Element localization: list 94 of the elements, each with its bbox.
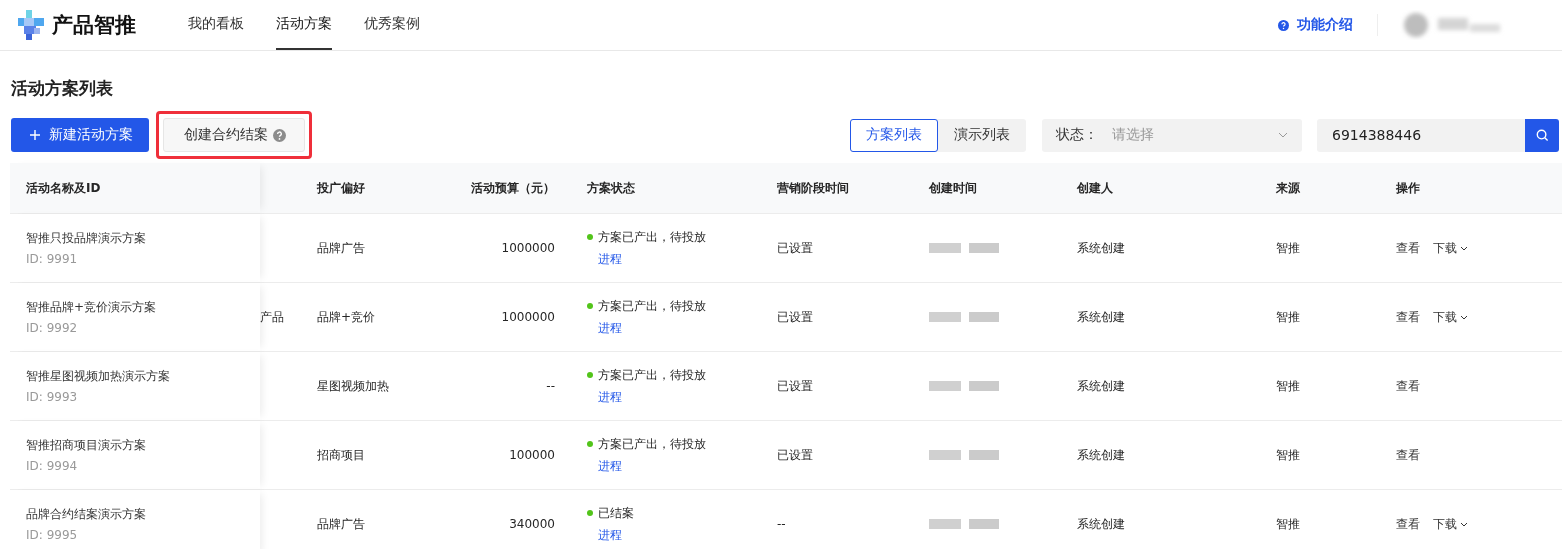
status-dot xyxy=(587,234,593,240)
table-cell: 品牌广告 xyxy=(317,239,365,257)
caret-icon xyxy=(1460,521,1468,527)
help-icon xyxy=(273,128,286,142)
table-cell: 产品 xyxy=(260,308,284,326)
table-cell: 系统创建 xyxy=(1077,308,1125,326)
nav-tab[interactable]: 优秀案例 xyxy=(364,0,420,50)
status-dot xyxy=(587,510,593,516)
table-cell: 已设置 xyxy=(777,308,813,326)
table-cell: 1000000 xyxy=(501,310,555,324)
status-select[interactable]: 状态： 请选择 xyxy=(1042,118,1302,152)
status-text: 已结案 xyxy=(598,504,634,522)
column-header: 创建时间 xyxy=(929,179,977,197)
table-cell: 品牌+竞价 xyxy=(317,308,376,326)
status-dot xyxy=(587,372,593,378)
page-title: 活动方案列表 xyxy=(11,77,114,100)
table-cell: 智推 xyxy=(1276,515,1300,533)
table-cell: 系统创建 xyxy=(1077,377,1125,395)
table-cell: 智推 xyxy=(1276,377,1300,395)
blurred-time xyxy=(929,311,999,323)
table-cell: 已设置 xyxy=(777,377,813,395)
help-link[interactable]: 功能介绍 xyxy=(1278,16,1353,34)
blurred-time xyxy=(929,242,999,254)
search-icon xyxy=(1535,128,1549,142)
view-link[interactable]: 查看 xyxy=(1396,446,1420,464)
progress-link[interactable]: 进程 xyxy=(598,457,706,475)
status-text: 方案已产出，待投放 xyxy=(598,366,706,384)
download-dropdown[interactable]: 下载 xyxy=(1433,308,1468,326)
progress-link[interactable]: 进程 xyxy=(598,319,706,337)
status-text: 方案已产出，待投放 xyxy=(598,228,706,246)
nav-tab[interactable]: 我的看板 xyxy=(188,0,244,50)
table-cell: 340000 xyxy=(509,517,555,531)
download-dropdown[interactable]: 下载 xyxy=(1433,239,1468,257)
column-header: 方案状态 xyxy=(587,179,635,197)
status-text: 方案已产出，待投放 xyxy=(598,297,706,315)
table-cell: -- xyxy=(546,379,555,393)
blurred-time xyxy=(929,380,999,392)
plan-id: ID: 9994 xyxy=(26,459,79,473)
caret-icon xyxy=(1460,314,1468,320)
table-cell: 品牌广告 xyxy=(317,515,365,533)
caret-icon xyxy=(1460,245,1468,251)
create-contract-button[interactable]: 创建合约结案 xyxy=(163,118,305,152)
view-tab[interactable]: 演示列表 xyxy=(938,118,1026,152)
table-cell: 招商项目 xyxy=(317,446,365,464)
plan-name: 智推只投品牌演示方案 xyxy=(26,230,146,247)
table-cell: 已设置 xyxy=(777,446,813,464)
table-cell: 系统创建 xyxy=(1077,515,1125,533)
chevron-down-icon xyxy=(1278,132,1288,138)
plan-name: 智推招商项目演示方案 xyxy=(26,437,146,454)
table-cell: 100000 xyxy=(509,448,555,462)
progress-link[interactable]: 进程 xyxy=(598,250,706,268)
plan-id: ID: 9995 xyxy=(26,528,79,542)
view-link[interactable]: 查看 xyxy=(1396,515,1420,533)
table-cell: -- xyxy=(777,517,786,531)
column-header: 操作 xyxy=(1396,179,1420,197)
table-cell: 智推 xyxy=(1276,308,1300,326)
table-cell: 智推 xyxy=(1276,446,1300,464)
plan-id: ID: 9992 xyxy=(26,321,79,335)
nav-tab[interactable]: 活动方案 xyxy=(276,0,332,50)
table-cell: 1000000 xyxy=(501,241,555,255)
plus-icon xyxy=(29,129,41,141)
table-cell: 星图视频加热 xyxy=(317,377,389,395)
view-link[interactable]: 查看 xyxy=(1396,308,1420,326)
view-tab[interactable]: 方案列表 xyxy=(850,118,938,152)
download-dropdown[interactable]: 下载 xyxy=(1433,515,1468,533)
column-header: 活动预算（元） xyxy=(471,179,555,197)
view-link[interactable]: 查看 xyxy=(1396,377,1420,395)
column-header: 活动名称及ID xyxy=(26,179,101,197)
progress-link[interactable]: 进程 xyxy=(598,388,706,406)
table-cell: 系统创建 xyxy=(1077,239,1125,257)
blurred-time xyxy=(929,449,999,461)
column-header: 创建人 xyxy=(1077,179,1113,197)
search-button[interactable] xyxy=(1525,118,1559,152)
plan-id: ID: 9993 xyxy=(26,390,79,404)
view-link[interactable]: 查看 xyxy=(1396,239,1420,257)
plan-name: 智推星图视频加热演示方案 xyxy=(26,368,170,385)
column-header: 来源 xyxy=(1276,179,1300,197)
column-header: 营销阶段时间 xyxy=(777,179,849,197)
new-plan-button[interactable]: 新建活动方案 xyxy=(11,118,149,152)
plan-name: 品牌合约结案演示方案 xyxy=(26,506,146,523)
status-dot xyxy=(587,303,593,309)
progress-link[interactable]: 进程 xyxy=(598,526,634,544)
plan-name: 智推品牌+竞价演示方案 xyxy=(26,299,157,316)
table-cell: 系统创建 xyxy=(1077,446,1125,464)
plan-id: ID: 9991 xyxy=(26,252,79,266)
search-field[interactable]: 6914388446 xyxy=(1317,118,1525,152)
brand-name: 产品智推 xyxy=(52,12,136,39)
table-cell: 已设置 xyxy=(777,239,813,257)
table-cell: 智推 xyxy=(1276,239,1300,257)
blurred-time xyxy=(929,518,999,530)
status-text: 方案已产出，待投放 xyxy=(598,435,706,453)
status-dot xyxy=(587,441,593,447)
help-icon xyxy=(1278,19,1289,31)
column-header: 投广偏好 xyxy=(317,179,365,197)
